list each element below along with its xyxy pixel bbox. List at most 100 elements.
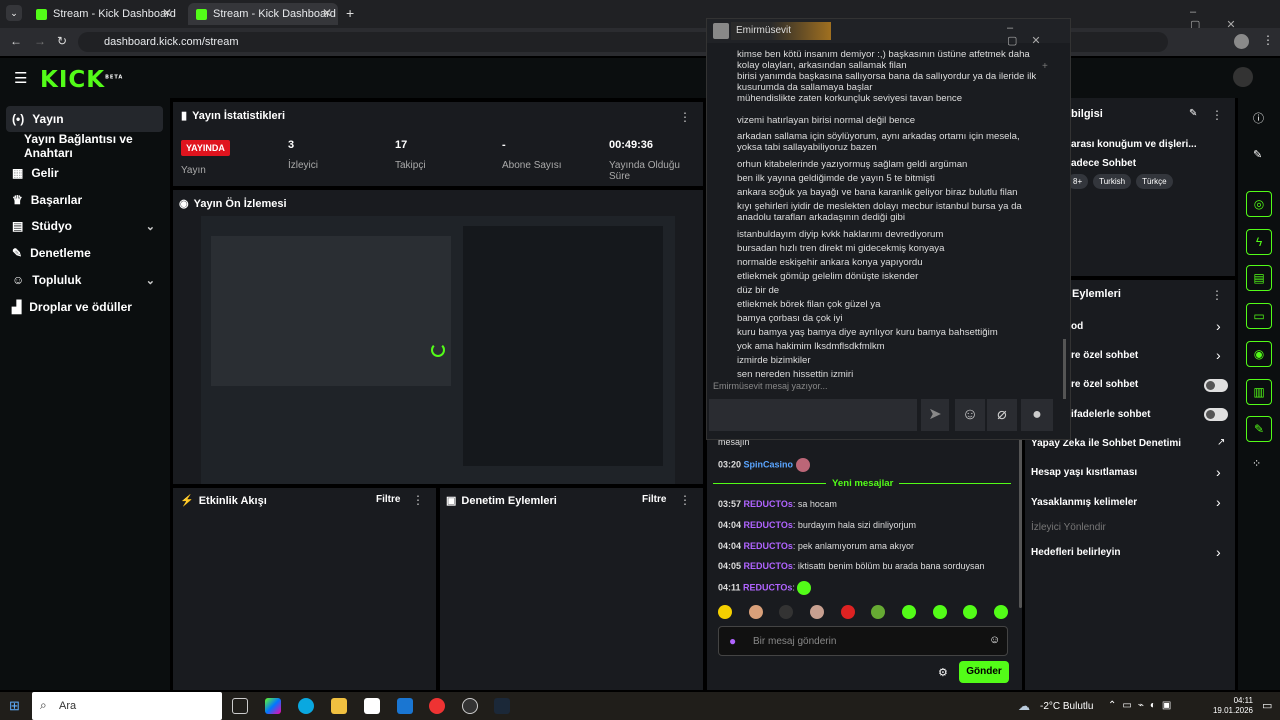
windows-start-icon[interactable]: ⊞ bbox=[9, 698, 20, 714]
sidebar-item-studyo[interactable]: ▤ Stüdyo ⌄ bbox=[6, 213, 163, 239]
notification-icon[interactable]: ▭ bbox=[1262, 699, 1272, 712]
send-icon[interactable]: ➤ bbox=[921, 399, 949, 431]
add-icon[interactable]: + bbox=[1042, 61, 1048, 72]
browser-tab-2[interactable]: Stream - Kick Dashboard ✕ bbox=[188, 3, 338, 25]
chat-message-input[interactable]: ● Bir mesaj gönderin ☺ bbox=[718, 626, 1008, 656]
setting-label[interactable]: od bbox=[1071, 321, 1083, 332]
steam-icon[interactable] bbox=[494, 698, 510, 714]
file-explorer-icon[interactable] bbox=[331, 698, 347, 714]
sidebar-item-basarilar[interactable]: ♛ Başarılar bbox=[6, 187, 163, 213]
obs-icon[interactable] bbox=[462, 698, 478, 714]
chevron-right-icon[interactable]: › bbox=[1216, 544, 1221, 560]
emote-icon[interactable] bbox=[748, 605, 763, 619]
emote-icon[interactable] bbox=[932, 605, 947, 619]
chat-username[interactable]: SpinCasino bbox=[744, 459, 794, 469]
popup-window-controls[interactable]: –▢✕ bbox=[1007, 22, 1070, 47]
forward-icon[interactable]: → bbox=[34, 34, 46, 48]
emote-icon[interactable] bbox=[901, 605, 916, 619]
chat-scrollbar[interactable] bbox=[1019, 428, 1022, 608]
back-icon[interactable]: ← bbox=[10, 34, 22, 48]
store-icon[interactable] bbox=[364, 698, 380, 714]
chat-settings-icon[interactable]: ⚙ bbox=[938, 666, 948, 679]
reload-icon[interactable]: ↻ bbox=[57, 34, 67, 48]
emote-icon[interactable] bbox=[840, 605, 855, 619]
microphone-icon[interactable]: ● bbox=[729, 634, 736, 648]
task-view-icon[interactable] bbox=[232, 698, 248, 714]
chat-icon[interactable]: ▭ bbox=[1246, 303, 1272, 329]
user-avatar[interactable] bbox=[1233, 67, 1253, 87]
emote-icon[interactable] bbox=[718, 605, 732, 619]
tab-search-button[interactable]: ⌄ bbox=[6, 5, 22, 21]
sidebar-item-topluluk[interactable]: ☺ Topluluk ⌄ bbox=[6, 267, 163, 293]
emote-icon[interactable] bbox=[809, 605, 824, 619]
emoji-picker-icon[interactable]: ☺ bbox=[989, 634, 1000, 646]
more-options-icon[interactable]: ⋮ bbox=[1211, 108, 1223, 122]
emote-icon[interactable] bbox=[779, 605, 794, 619]
chevron-right-icon[interactable]: › bbox=[1216, 318, 1221, 334]
copilot-icon[interactable] bbox=[265, 698, 281, 714]
chrome-icon[interactable] bbox=[429, 698, 445, 714]
info-icon[interactable]: ⓘ bbox=[1253, 110, 1264, 126]
more-options-icon[interactable]: ⋮ bbox=[679, 493, 691, 507]
tray-icons[interactable]: ⌃▭⌁◐▣ bbox=[1108, 700, 1177, 711]
more-options-icon[interactable]: ⋮ bbox=[679, 110, 691, 124]
weather-text[interactable]: -2°C Bulutlu bbox=[1040, 701, 1093, 712]
document-icon[interactable]: ▤ bbox=[1246, 265, 1272, 291]
send-button[interactable]: Gönder bbox=[959, 661, 1009, 683]
chevron-right-icon[interactable]: › bbox=[1216, 464, 1221, 480]
taskbar-search[interactable]: ⌕ Ara bbox=[32, 692, 222, 720]
setting-label[interactable]: re özel sohbet bbox=[1071, 350, 1138, 361]
emote-icon[interactable] bbox=[993, 605, 1008, 619]
new-tab-button[interactable]: + bbox=[346, 5, 354, 21]
setting-label[interactable]: Hedefleri belirleyin bbox=[1031, 547, 1120, 558]
emote-icon[interactable] bbox=[871, 605, 886, 619]
chevron-right-icon[interactable]: › bbox=[1216, 494, 1221, 510]
chevron-right-icon[interactable]: › bbox=[1216, 347, 1221, 363]
lightning-icon[interactable]: ϟ bbox=[1246, 229, 1272, 255]
emote-icon[interactable] bbox=[963, 605, 978, 619]
layout-icon[interactable]: ▥ bbox=[1246, 379, 1272, 405]
chat-username[interactable]: REDUCTOs bbox=[744, 499, 793, 509]
clock-date[interactable]: 19.01.2026 bbox=[1203, 706, 1253, 715]
sidebar-item-droplar[interactable]: ▟ Droplar ve ödüller bbox=[6, 294, 163, 320]
setting-label[interactable]: Hesap yaşı kısıtlaması bbox=[1031, 467, 1137, 478]
popup-scrollbar[interactable] bbox=[1063, 339, 1066, 399]
sidebar-item-gelir[interactable]: ▦ Gelir bbox=[6, 160, 163, 186]
more-options-icon[interactable]: ⋮ bbox=[412, 493, 424, 507]
broadcast-icon[interactable]: ◉ bbox=[1246, 341, 1272, 367]
add-widget-icon[interactable]: ⁘ bbox=[1252, 457, 1261, 470]
mail-icon[interactable] bbox=[397, 698, 413, 714]
sidebar-item-yayin[interactable]: (•) Yayın bbox=[6, 106, 163, 132]
kick-logo[interactable]: KICKBETA bbox=[40, 67, 123, 93]
edit-icon[interactable]: ✎ bbox=[1189, 108, 1197, 119]
chat-username[interactable]: REDUCTOs bbox=[744, 520, 793, 530]
stream-category[interactable]: adece Sohbet bbox=[1071, 158, 1136, 169]
emoji-icon[interactable]: ☺ bbox=[955, 399, 985, 431]
hamburger-icon[interactable]: ☰ bbox=[14, 69, 27, 87]
more-options-icon[interactable]: ⋮ bbox=[1211, 288, 1223, 302]
menu-icon[interactable]: ⋮ bbox=[1262, 33, 1274, 47]
activity-filter-button[interactable]: Filtre bbox=[376, 494, 400, 505]
setting-toggle[interactable] bbox=[1204, 379, 1228, 392]
tag-chip[interactable]: Türkçe bbox=[1136, 174, 1173, 189]
edge-icon[interactable] bbox=[298, 698, 314, 714]
focus-icon[interactable]: ◎ bbox=[1246, 191, 1272, 217]
sidebar-item-denetleme[interactable]: ✎ Denetleme bbox=[6, 240, 163, 266]
attach-icon[interactable]: ⌀ bbox=[987, 399, 1017, 431]
edit-icon[interactable]: ✎ bbox=[1253, 148, 1262, 161]
browser-tab-1[interactable]: Stream - Kick Dashboard ✕ bbox=[28, 3, 178, 25]
stream-preview-video[interactable] bbox=[201, 216, 675, 484]
chat-username[interactable]: REDUCTOs bbox=[744, 561, 793, 571]
tag-chip[interactable]: Turkish bbox=[1093, 174, 1132, 189]
close-icon[interactable]: ✕ bbox=[162, 6, 172, 20]
close-icon[interactable]: ✕ bbox=[322, 6, 332, 20]
profile-avatar[interactable] bbox=[1234, 34, 1249, 49]
clock-time[interactable]: 04:11 bbox=[1213, 696, 1253, 705]
setting-label[interactable]: Yasaklanmış kelimeler bbox=[1031, 497, 1137, 508]
popup-message-input[interactable] bbox=[709, 399, 917, 431]
chat-username[interactable]: REDUCTOs bbox=[743, 582, 792, 592]
location-icon[interactable]: ● bbox=[1021, 399, 1053, 431]
setting-toggle[interactable] bbox=[1204, 408, 1228, 421]
wrench-icon[interactable]: ✎ bbox=[1246, 416, 1272, 442]
external-link-icon[interactable]: ↗ bbox=[1217, 437, 1225, 448]
